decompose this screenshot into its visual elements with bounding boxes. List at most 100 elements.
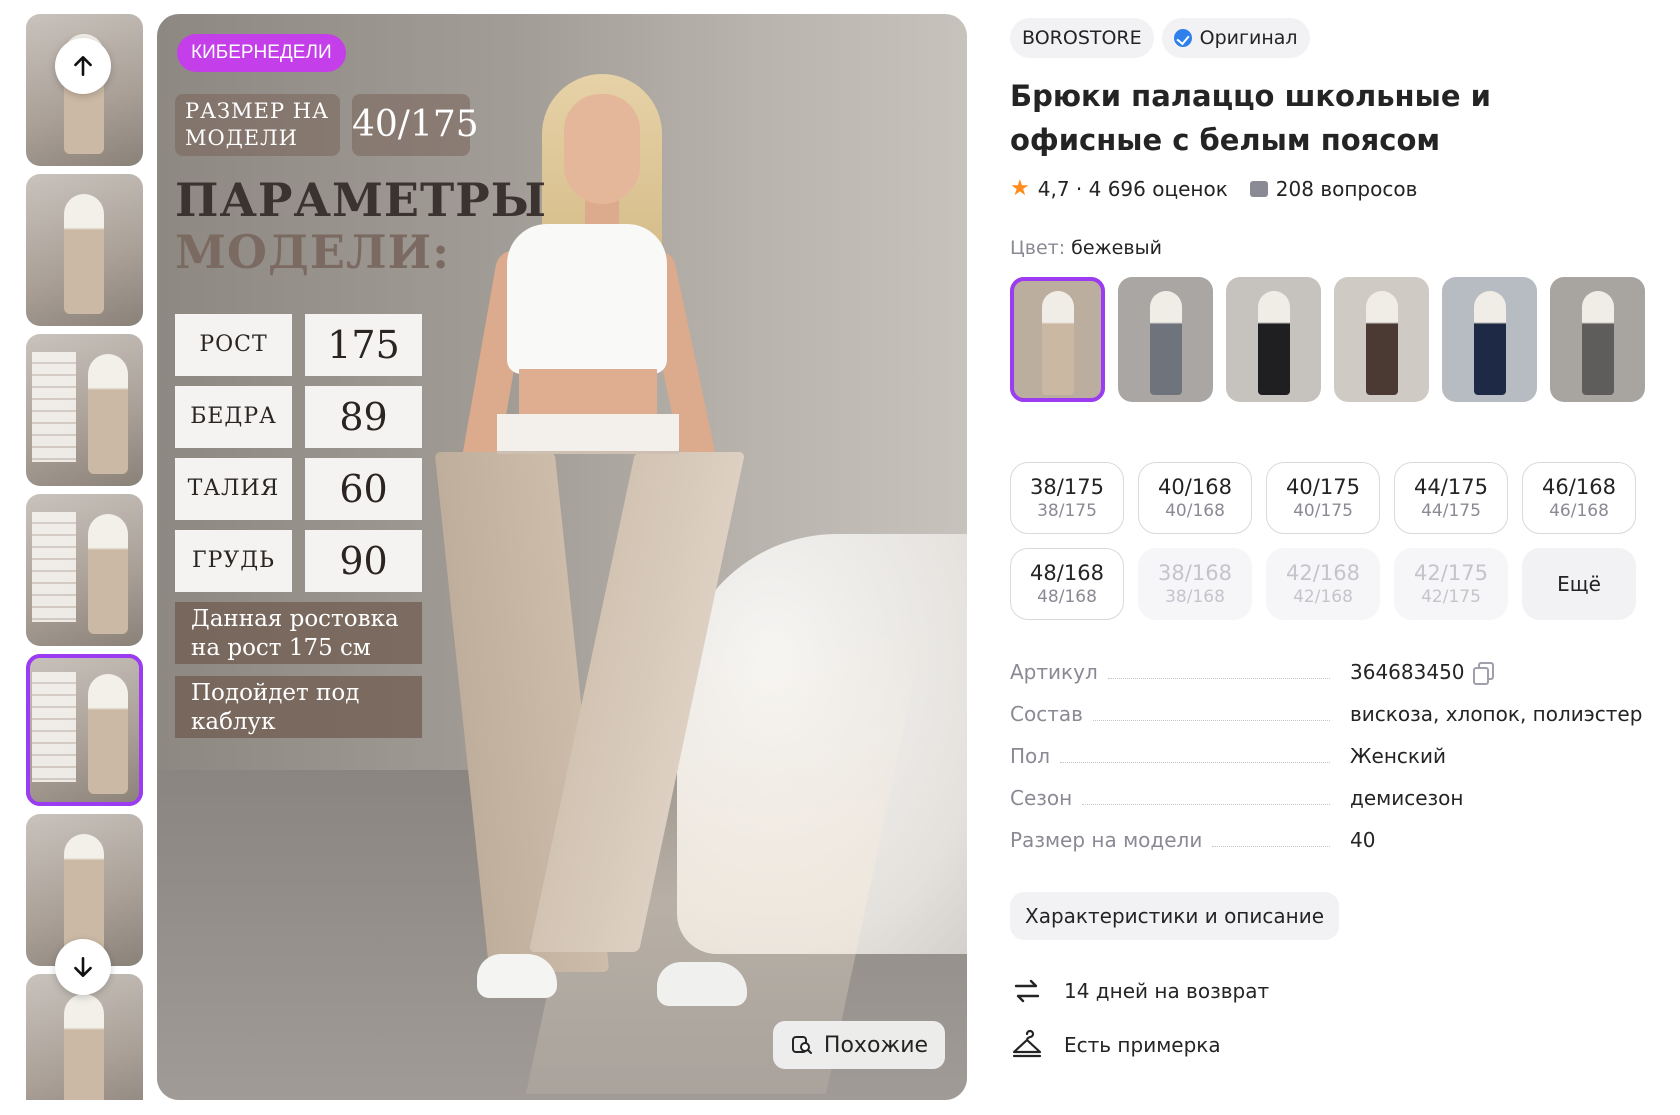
size-main: 40/168 [1158, 475, 1232, 499]
brand-name: BOROSTORE [1022, 27, 1142, 49]
return-feature: 14 дней на возврат [1010, 964, 1660, 1018]
size-option[interactable]: 42/175 42/175 [1394, 548, 1508, 620]
size-option[interactable]: 40/168 40/168 [1138, 462, 1252, 534]
size-option[interactable]: 42/168 42/168 [1266, 548, 1380, 620]
more-sizes-button[interactable]: Ещё [1522, 548, 1636, 620]
spec-value: 40 [1350, 828, 1375, 852]
questions-text: 208 вопросов [1275, 176, 1418, 201]
spec-dots [1082, 804, 1331, 805]
size-main: 48/168 [1030, 561, 1104, 585]
spec-value-text: 364683450 [1350, 660, 1465, 684]
size-on-model-label: РАЗМЕР НА МОДЕЛИ [175, 94, 340, 156]
questions-link[interactable]: 208 вопросов [1249, 176, 1418, 201]
hanger-icon [1012, 1029, 1042, 1058]
product-info-panel: BOROSTORE Оригинал Брюки палаццо школьны… [1010, 18, 1660, 1072]
gallery-thumbnail[interactable] [26, 174, 143, 326]
color-variant-beige[interactable] [1010, 277, 1105, 402]
similar-button[interactable]: Похожие [773, 1021, 945, 1069]
spec-dots [1060, 762, 1331, 763]
size-sub: 38/175 [1037, 501, 1097, 521]
spec-key: Состав [1010, 702, 1083, 726]
characteristics-button[interactable]: Характеристики и описание [1010, 892, 1340, 940]
color-label-key: Цвет: [1010, 237, 1066, 259]
color-label-value: бежевый [1071, 237, 1162, 259]
param-row: РОСТ 175 [175, 314, 422, 376]
size-sub: 40/175 [1293, 501, 1353, 521]
color-variant-figure [1474, 291, 1506, 395]
brand-chip[interactable]: BOROSTORE [1010, 18, 1154, 58]
color-variant-figure [1258, 291, 1290, 395]
param-value: 90 [305, 530, 422, 592]
size-option[interactable]: 44/175 44/175 [1394, 462, 1508, 534]
size-option[interactable]: 48/168 48/168 [1010, 548, 1124, 620]
param-label: ГРУДЬ [175, 530, 292, 592]
size-sub: 38/168 [1165, 587, 1225, 607]
arrow-up-icon [74, 56, 92, 76]
color-variant-black[interactable] [1226, 277, 1321, 402]
copy-icon[interactable] [1472, 662, 1494, 685]
spec-value: вискоза, хлопок, полиэстер [1350, 702, 1642, 726]
spec-row: Пол Женский [1010, 744, 1660, 786]
thumbnail-strip [26, 14, 143, 1100]
spec-value: Женский [1350, 744, 1446, 768]
original-chip[interactable]: Оригинал [1161, 18, 1310, 58]
spec-dots [1107, 678, 1330, 679]
spec-dots [1212, 846, 1331, 847]
gallery-thumbnail[interactable] [26, 494, 143, 646]
color-variants [1010, 277, 1660, 402]
color-variant-figure [1150, 291, 1182, 395]
color-variant-figure [1366, 291, 1398, 395]
size-option[interactable]: 38/168 38/168 [1138, 548, 1252, 620]
color-variant-dark-gray[interactable] [1550, 277, 1645, 402]
spec-key: Сезон [1010, 786, 1073, 810]
color-variant-brown[interactable] [1334, 277, 1429, 402]
gallery-thumbnail[interactable] [26, 334, 143, 486]
features-list: 14 дней на возврат Есть примерка [1010, 964, 1660, 1072]
size-sub: 42/175 [1421, 587, 1481, 607]
spec-dots [1092, 720, 1330, 721]
color-variant-figure [1042, 291, 1074, 395]
params-title: ПАРАМЕТРЫ МОДЕЛИ: [175, 174, 547, 278]
param-row: БЕДРА 89 [175, 386, 422, 448]
color-variant-figure [1582, 291, 1614, 395]
color-variant-gray[interactable] [1118, 277, 1213, 402]
search-similar-icon [791, 1036, 812, 1054]
spec-key: Пол [1010, 744, 1051, 768]
size-main: 46/168 [1542, 475, 1616, 499]
main-product-image[interactable]: КИБЕРНЕДЕЛИ РАЗМЕР НА МОДЕЛИ 40/175 ПАРА… [157, 14, 967, 1100]
gallery-thumbnail-active[interactable] [26, 654, 143, 806]
brand-chips: BOROSTORE Оригинал [1010, 18, 1660, 58]
product-title: Брюки палаццо школьные и офисные с белым… [1010, 79, 1491, 157]
spec-row: Состав вискоза, хлопок, полиэстер [1010, 702, 1660, 744]
return-text: 14 дней на возврат [1064, 979, 1270, 1003]
size-sub: 44/175 [1421, 501, 1481, 521]
verified-icon [1173, 29, 1192, 47]
size-option[interactable]: 46/168 46/168 [1522, 462, 1636, 534]
heel-note: Подойдет под каблук [175, 676, 422, 738]
size-option[interactable]: 38/175 38/175 [1010, 462, 1124, 534]
promo-badge: КИБЕРНЕДЕЛИ [177, 34, 346, 72]
size-on-model-value: 40/175 [352, 94, 479, 156]
param-value: 89 [305, 386, 422, 448]
scroll-up-button[interactable] [55, 38, 111, 94]
original-label: Оригинал [1199, 27, 1298, 49]
spec-value-text: 40 [1350, 828, 1376, 852]
size-grid: 38/175 38/175 40/168 40/168 40/175 40/175 44/1… [1010, 462, 1660, 620]
spec-value: демисезон [1350, 786, 1463, 810]
params-title-line1: ПАРАМЕТРЫ [175, 173, 548, 227]
spec-value-text: Женский [1350, 744, 1446, 768]
size-option[interactable]: 40/175 40/175 [1266, 462, 1380, 534]
scroll-down-button[interactable] [55, 939, 111, 995]
arrow-down-icon [74, 957, 92, 977]
rating-link[interactable]: ★ 4,7 · 4 696 оценок [1010, 176, 1228, 201]
size-main: 42/168 [1286, 561, 1360, 585]
param-value: 175 [305, 314, 422, 376]
params-title-line2: МОДЕЛИ: [175, 225, 451, 279]
spec-key: Размер на модели [1010, 828, 1203, 852]
more-sizes-label: Ещё [1557, 572, 1601, 596]
spec-row: Сезон демисезон [1010, 786, 1660, 828]
color-variant-navy[interactable] [1442, 277, 1537, 402]
param-label: ТАЛИЯ [175, 458, 292, 520]
param-row: ГРУДЬ 90 [175, 530, 422, 592]
return-arrows-icon [1014, 979, 1040, 1003]
